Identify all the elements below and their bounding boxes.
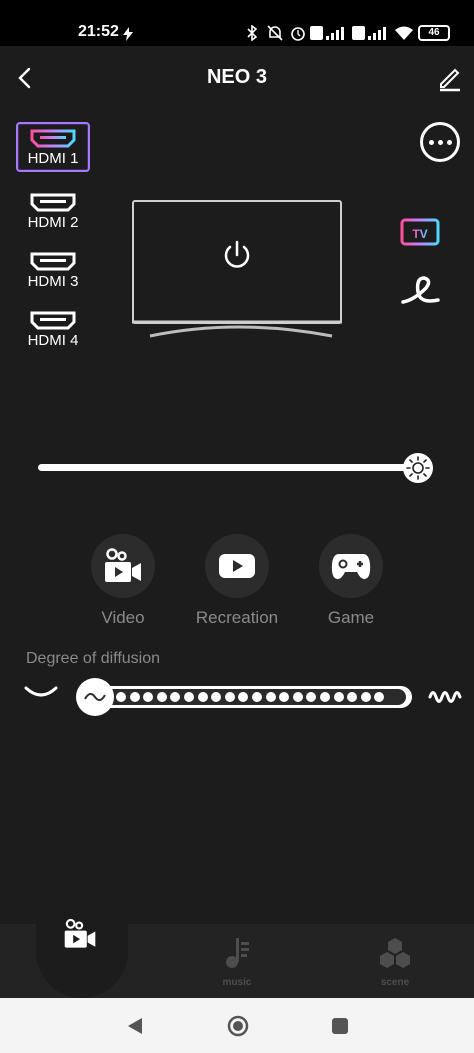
hdmi-port-icon: [30, 252, 76, 271]
video-camera-icon: [105, 548, 141, 582]
more-dot-icon: [437, 139, 443, 145]
mode-video-button[interactable]: Video: [68, 534, 178, 628]
mode-label: Video: [101, 608, 145, 627]
battery-indicator: 46: [418, 25, 450, 41]
video-mode-icon: [64, 918, 96, 948]
input-hdmi-1[interactable]: HDMI 1: [16, 122, 90, 172]
system-back-icon[interactable]: [126, 1016, 144, 1036]
edit-pencil-icon[interactable]: [436, 64, 464, 92]
title-bar: NEO 3: [0, 46, 474, 110]
input-label: HDMI 2: [27, 214, 79, 231]
input-label: HDMI 1: [27, 150, 79, 167]
alarm-icon: [291, 27, 305, 41]
diffusion-label: Degree of diffusion: [26, 650, 161, 667]
youtube-play-icon: [219, 554, 255, 578]
high-diffusion-icon: [428, 691, 462, 703]
bluetooth-icon: [247, 25, 258, 41]
gamepad-icon: [331, 554, 371, 580]
sun-icon: [406, 456, 430, 480]
e-mode-icon[interactable]: [400, 274, 440, 308]
nav-music-tab[interactable]: music: [197, 936, 277, 988]
hdmi-port-icon: [30, 311, 76, 330]
nav-scene-tab[interactable]: scene: [355, 936, 435, 988]
notifications-off-icon: [267, 25, 283, 41]
mode-recreation-button[interactable]: Recreation: [182, 534, 292, 628]
wifi-icon: [395, 26, 413, 40]
tv-stand: [132, 320, 342, 338]
wave-icon: [84, 693, 106, 701]
tv-mode-label: TV: [412, 227, 427, 241]
volte-signal-icon: [310, 26, 344, 40]
input-label: HDMI 4: [27, 332, 79, 349]
nav-label: music: [222, 977, 252, 988]
more-options-button[interactable]: [420, 122, 460, 162]
mode-game-button[interactable]: Game: [296, 534, 406, 628]
input-hdmi-2[interactable]: HDMI 2: [16, 188, 90, 238]
more-dot-icon: [428, 139, 434, 145]
hdmi-port-icon: [30, 129, 76, 148]
diffusion-slider-dots: [100, 689, 406, 705]
power-icon[interactable]: [220, 238, 254, 272]
input-label: HDMI 3: [27, 273, 79, 290]
volte-signal-2-icon: [352, 26, 386, 40]
more-dot-icon: [446, 139, 452, 145]
mode-label: Game: [327, 608, 375, 627]
music-note-icon: [226, 938, 249, 968]
mode-label: Recreation: [195, 608, 279, 627]
brightness-slider-track[interactable]: [38, 464, 418, 471]
low-diffusion-icon: [24, 686, 58, 697]
nav-video-tab[interactable]: [40, 918, 120, 957]
flash-icon: [123, 27, 133, 41]
scene-hexagon-icon: [380, 938, 410, 968]
mode-recreation-circle: [205, 534, 269, 598]
status-bar: 21:52 46: [0, 0, 474, 46]
system-recents-icon[interactable]: [330, 1016, 350, 1036]
input-hdmi-3[interactable]: HDMI 3: [16, 247, 90, 297]
system-home-icon[interactable]: [226, 1014, 250, 1038]
mode-video-circle: [91, 534, 155, 598]
diffusion-slider-knob[interactable]: [76, 678, 114, 716]
brightness-slider-knob[interactable]: [403, 453, 433, 483]
tv-mode-icon[interactable]: TV: [400, 218, 440, 252]
nav-label: scene: [380, 977, 410, 988]
system-navigation-bar: [0, 998, 474, 1053]
status-time: 21:52: [78, 23, 119, 40]
hdmi-port-icon: [30, 193, 76, 212]
input-hdmi-4[interactable]: HDMI 4: [16, 306, 90, 356]
mode-game-circle: [319, 534, 383, 598]
page-title: NEO 3: [206, 66, 268, 88]
